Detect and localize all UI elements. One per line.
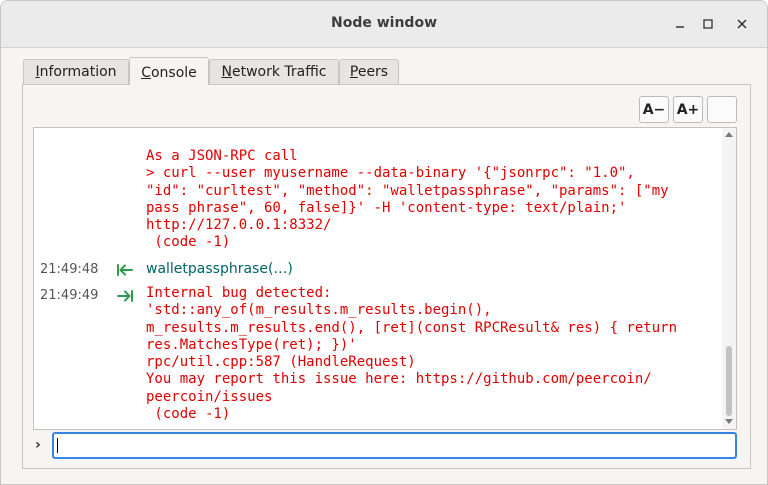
minimize-icon: [676, 26, 684, 28]
tab-peers-mnemonic: P: [349, 64, 358, 80]
tab-information[interactable]: Information: [23, 59, 129, 84]
maximize-button[interactable]: [696, 12, 720, 36]
tab-console-mnemonic: C: [141, 65, 151, 81]
scroll-up-icon[interactable]: [725, 131, 733, 137]
tab-network-traffic-label: etwork Traffic: [231, 64, 327, 80]
arrow-right-icon: [117, 290, 133, 302]
close-button[interactable]: [730, 12, 754, 36]
font-bigger-button[interactable]: A+: [673, 96, 703, 123]
text-caret: [57, 438, 58, 453]
tab-console[interactable]: Console: [129, 57, 209, 85]
message-timestamp: 21:49:49: [40, 288, 99, 303]
console-input[interactable]: [52, 432, 737, 459]
tab-peers[interactable]: Peers: [339, 59, 399, 84]
close-icon: [737, 19, 747, 29]
maximize-icon: [703, 19, 713, 29]
tab-network-traffic[interactable]: Network Traffic: [209, 59, 339, 84]
console-message-help: As a JSON-RPC call > curl --user myusern…: [146, 148, 669, 251]
console-top-fragment: ·: [146, 127, 155, 136]
console-command: walletpassphrase(…): [146, 261, 293, 277]
window-title: Node window: [331, 15, 437, 31]
title-bar[interactable]: Node window: [1, 1, 767, 48]
scroll-down-icon[interactable]: [725, 419, 733, 425]
node-window: Node window Information Console Network …: [0, 0, 768, 485]
tab-network-traffic-mnemonic: N: [221, 64, 232, 80]
tab-console-label: onsole: [150, 65, 197, 81]
scrollbar-thumb[interactable]: [726, 346, 732, 416]
console-scrollbar[interactable]: [722, 128, 736, 429]
font-smaller-button[interactable]: A−: [639, 96, 669, 123]
prompt-icon: ›: [35, 437, 41, 453]
minimize-button[interactable]: [668, 12, 692, 36]
console-message-error: Internal bug detected: 'std::any_of(m_re…: [146, 285, 678, 423]
console-output[interactable]: · As a JSON-RPC call > curl --user myuse…: [33, 127, 737, 430]
clear-console-button[interactable]: [707, 96, 737, 123]
arrow-left-icon: [117, 264, 133, 276]
tab-information-label: nformation: [39, 64, 117, 80]
tab-peers-label: eers: [357, 64, 389, 80]
message-timestamp: 21:49:48: [40, 262, 99, 277]
